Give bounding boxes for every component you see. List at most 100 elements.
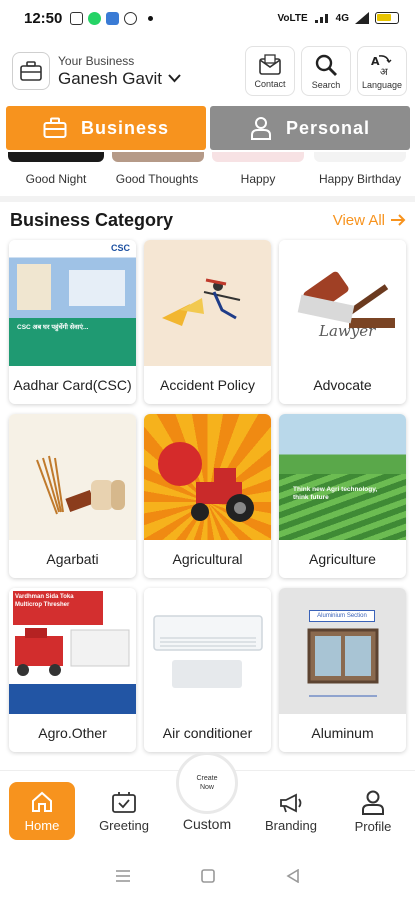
category-image — [144, 414, 271, 540]
category-header: Business Category View All — [10, 207, 406, 233]
back-icon[interactable] — [286, 869, 300, 883]
greeting-thumb-happy[interactable] — [212, 152, 304, 162]
category-banner-text: Aluminium Section — [309, 610, 375, 622]
category-card[interactable]: Agarbati — [9, 414, 136, 578]
arrow-right-icon — [391, 214, 406, 226]
greeting-strip: Good Night Good Thoughts Happy Happy Bir… — [0, 150, 415, 192]
category-image: Lawyer — [279, 240, 406, 366]
category-image: Aluminium Section — [279, 588, 406, 714]
app-icon — [106, 11, 120, 25]
svg-text:A: A — [371, 55, 380, 68]
section-divider — [0, 196, 415, 202]
nav-greeting[interactable]: Greeting — [91, 782, 157, 840]
nav-profile[interactable]: Profile — [340, 782, 406, 840]
category-label: Advocate — [313, 377, 372, 393]
whatsapp-icon — [88, 11, 102, 25]
home-icon — [32, 791, 52, 812]
category-label: Agarbati — [46, 551, 99, 567]
greeting-thumb-good-night[interactable] — [8, 152, 104, 162]
tab-business-label: Business — [80, 117, 170, 138]
greeting-label[interactable]: Happy — [208, 172, 308, 186]
view-all-link[interactable]: View All — [333, 212, 406, 229]
greeting-thumb-happy-birthday[interactable] — [314, 152, 406, 162]
greeting-label[interactable]: Good Thoughts — [107, 172, 207, 186]
category-banner-text: Think new Agri technology, think future — [293, 486, 378, 501]
business-selector[interactable]: Your Business Ganesh Gavit — [58, 54, 181, 89]
category-image — [9, 414, 136, 540]
nav-home[interactable]: Home — [9, 782, 75, 840]
category-card[interactable]: Aluminium Section Aluminum — [279, 588, 406, 752]
create-now-line1: Create — [196, 775, 218, 782]
business-briefcase-icon[interactable] — [12, 52, 50, 90]
app-header: Your Business Ganesh Gavit Contact Searc… — [0, 40, 415, 102]
category-label: Agriculture — [309, 551, 376, 567]
contact-icon — [259, 53, 281, 75]
mode-tabs: Business Personal — [6, 106, 410, 150]
category-label: Aadhar Card(CSC) — [13, 377, 132, 393]
wifi-signal-icon — [314, 14, 328, 23]
business-name: Ganesh Gavit — [58, 68, 162, 88]
category-card[interactable]: Agricultural — [144, 414, 271, 578]
create-icon: Create Now — [196, 774, 217, 792]
cell-signal-icon — [355, 12, 369, 24]
person-icon — [250, 117, 271, 140]
tab-personal-label: Personal — [285, 117, 371, 138]
search-button[interactable]: Search — [301, 46, 351, 96]
nav-branding[interactable]: Branding — [258, 782, 324, 840]
nav-greeting-label: Greeting — [99, 817, 149, 833]
category-image: Think new Agri technology, think future — [279, 414, 406, 540]
business-sub-label: Your Business — [58, 53, 135, 68]
greeting-label[interactable]: Good Night — [6, 172, 106, 186]
chevron-down-icon — [168, 74, 181, 83]
recent-apps-icon[interactable] — [115, 869, 131, 883]
category-label: Air conditioner — [162, 725, 253, 741]
chrome-icon — [124, 11, 138, 25]
nav-home-label: Home — [24, 817, 60, 833]
tab-personal[interactable]: Personal — [210, 106, 410, 150]
nav-profile-label: Profile — [354, 818, 392, 834]
category-card[interactable]: Air conditioner — [144, 588, 271, 752]
svg-text:अ: अ — [380, 67, 388, 77]
category-card[interactable]: Think new Agri technology, think future … — [279, 414, 406, 578]
notification-icons — [70, 11, 154, 25]
language-button[interactable]: Aअ Language — [357, 46, 407, 96]
category-banner-text: Lawyer — [318, 322, 376, 340]
system-nav-bar — [0, 858, 415, 894]
search-icon — [315, 54, 337, 76]
battery-icon — [375, 12, 399, 24]
category-card[interactable]: Vardhman Sida Toka Multicrop Thresher Ag… — [9, 588, 136, 752]
megaphone-icon — [280, 793, 302, 812]
category-label: Accident Policy — [160, 377, 255, 393]
tab-business[interactable]: Business — [6, 106, 206, 150]
greeting-icon — [112, 791, 136, 813]
category-label: Agro.Other — [38, 725, 107, 741]
create-now-button[interactable]: Create Now — [176, 752, 238, 814]
category-card[interactable]: Accident Policy — [144, 240, 271, 404]
nav-custom-label[interactable]: Custom — [172, 816, 242, 832]
category-label: Aluminum — [311, 725, 374, 741]
category-label: Agricultural — [172, 551, 243, 567]
network-label: VoLTE — [277, 12, 308, 24]
category-card[interactable]: CSC CSC अब घर पहुंचेंगी सेवाएं... Aadhar… — [9, 240, 136, 404]
signal-label: 4G — [335, 12, 349, 24]
status-time: 12:50 — [24, 9, 63, 27]
greeting-label[interactable]: Happy Birthday — [310, 172, 410, 186]
briefcase-icon — [43, 117, 67, 138]
profile-icon — [362, 790, 384, 815]
view-all-label: View All — [332, 211, 385, 229]
more-notifications-icon — [148, 15, 154, 21]
business-name-row[interactable]: Ganesh Gavit — [58, 69, 181, 89]
home-system-icon[interactable] — [201, 869, 216, 883]
category-image: Vardhman Sida Toka Multicrop Thresher — [9, 588, 136, 714]
contact-label: Contact — [254, 78, 286, 89]
category-title: Business Category — [10, 209, 174, 230]
category-banner-text: Vardhman Sida Toka Multicrop Thresher — [13, 591, 103, 625]
language-label: Language — [361, 79, 403, 90]
greeting-thumb-good-thoughts[interactable] — [112, 152, 204, 162]
nav-branding-label: Branding — [264, 817, 318, 833]
message-icon — [70, 11, 84, 25]
contact-button[interactable]: Contact — [245, 46, 295, 96]
language-icon: Aअ — [371, 55, 392, 77]
category-card[interactable]: Lawyer Advocate — [279, 240, 406, 404]
category-banner-text: CSC अब घर पहुंचेंगी सेवाएं... — [17, 324, 89, 331]
